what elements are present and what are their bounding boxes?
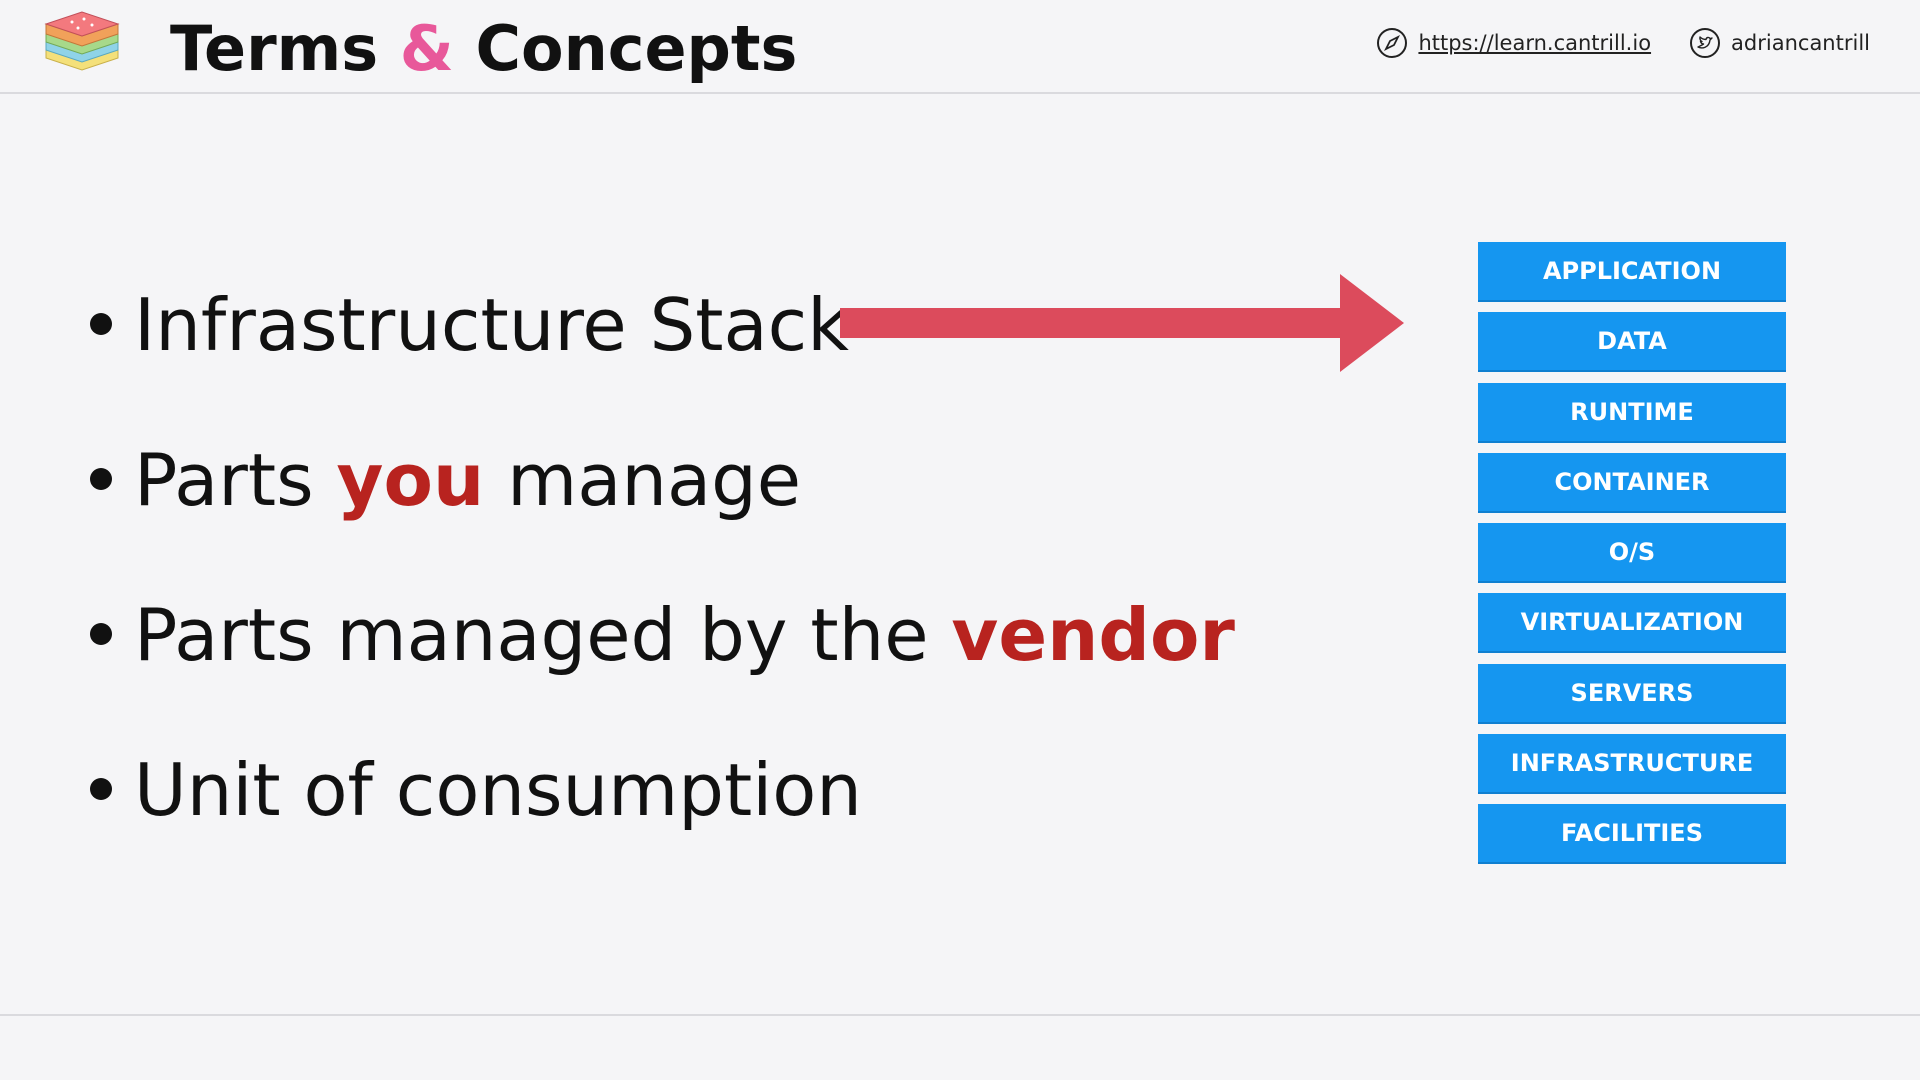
title-part1: Terms: [170, 12, 379, 85]
header-links: https://learn.cantrill.io adriancantrill: [1376, 27, 1870, 59]
stack-layer-application: APPLICATION: [1478, 242, 1786, 302]
right-arrow-icon: [840, 274, 1404, 372]
bullet-dot-icon: [90, 623, 112, 645]
bullet-highlight-vendor: vendor: [951, 593, 1235, 677]
footer-divider: [0, 1014, 1920, 1016]
stack-layer-runtime: RUNTIME: [1478, 382, 1786, 443]
slide-header: Terms & Concepts https://learn.cantrill.…: [0, 0, 1920, 94]
website-link[interactable]: https://learn.cantrill.io: [1418, 31, 1651, 55]
infrastructure-stack-diagram: APPLICATION DATA RUNTIME CONTAINER O/S V…: [1478, 242, 1786, 875]
bullet-text-pre: Parts: [134, 438, 337, 522]
stack-layer-servers: SERVERS: [1478, 663, 1786, 724]
twitter-bird-icon: [1690, 28, 1721, 58]
stack-layer-data: DATA: [1478, 312, 1786, 373]
bullet-parts-vendor: Parts managed by the vendor: [88, 580, 1235, 735]
stack-layer-virtualization: VIRTUALIZATION: [1478, 593, 1786, 654]
bullet-highlight-you: you: [336, 438, 485, 522]
bullet-text: Infrastructure Stack: [134, 283, 849, 367]
twitter-handle[interactable]: adriancantrill: [1731, 31, 1870, 55]
page-title: Terms & Concepts: [170, 8, 797, 90]
bullet-text: Unit of consumption: [134, 748, 862, 832]
bullet-dot-icon: [90, 778, 112, 800]
bullet-parts-you-manage: Parts you manage: [88, 425, 1235, 580]
stack-layer-infrastructure: INFRASTRUCTURE: [1478, 734, 1786, 795]
bullet-text-pre: Parts managed by the: [134, 593, 952, 677]
bullet-text-post: manage: [484, 438, 802, 522]
bullet-unit-of-consumption: Unit of consumption: [88, 735, 1235, 890]
stack-layer-os: O/S: [1478, 523, 1786, 584]
layered-stack-logo-icon: [44, 11, 120, 71]
title-ampersand: &: [399, 12, 454, 85]
stack-layer-facilities: FACILITIES: [1478, 804, 1786, 865]
compass-icon: [1377, 28, 1408, 58]
bullet-dot-icon: [90, 313, 112, 335]
bullet-dot-icon: [90, 468, 112, 490]
title-part2: Concepts: [475, 12, 798, 85]
stack-layer-container: CONTAINER: [1478, 452, 1786, 513]
